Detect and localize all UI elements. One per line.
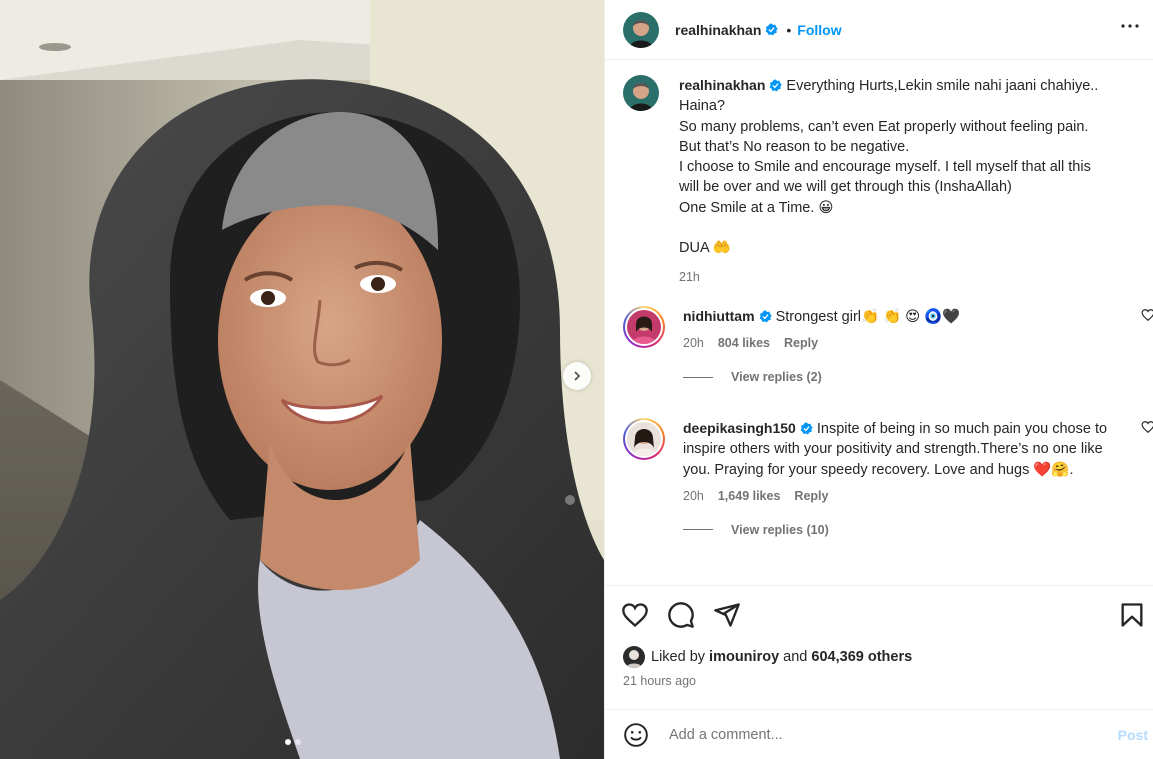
comment-likes[interactable]: 1,649 likes	[718, 489, 781, 503]
caption-line: I choose to Smile and encourage myself. …	[679, 159, 1091, 176]
comment-meta: 20h 1,649 likes Reply	[683, 489, 1143, 503]
bookmark-icon[interactable]	[1118, 601, 1146, 629]
replies-divider	[683, 529, 713, 531]
post-timestamp[interactable]: 21 hours ago	[623, 674, 696, 688]
liked-by-and: and	[783, 649, 808, 665]
caption-line: One Smile at a Time. 😀	[679, 199, 834, 216]
follow-button[interactable]: Follow	[797, 22, 841, 38]
carousel-dot	[295, 739, 301, 745]
likes-summary: Liked by imouniroy and 604,369 others	[623, 646, 912, 668]
caption-line: But that’s No reason to be negative.	[679, 138, 910, 155]
share-icon[interactable]	[713, 601, 741, 629]
caption-time[interactable]: 21h	[679, 270, 1143, 284]
chevron-right-icon	[574, 371, 581, 381]
post-media[interactable]	[0, 0, 604, 759]
caption-line: Everything Hurts,Lekin smile nahi jaani …	[786, 78, 1099, 94]
commenter-username[interactable]: nidhiuttam	[683, 308, 755, 324]
emoji-icon[interactable]	[623, 722, 649, 748]
commenter-username[interactable]: deepikasingh150	[683, 420, 796, 436]
likes-count[interactable]: 604,369 others	[811, 649, 912, 665]
reply-button[interactable]: Reply	[794, 489, 828, 503]
post-actions-bar	[605, 585, 1153, 645]
verified-badge-icon	[759, 310, 772, 323]
verified-badge-icon	[766, 23, 779, 36]
author-avatar[interactable]	[623, 11, 659, 48]
post-panel: realhinakhan • Follow realhinakhan Every…	[604, 0, 1153, 759]
post-header: realhinakhan • Follow	[605, 0, 1153, 60]
caption-author-avatar[interactable]	[623, 75, 659, 111]
commenter-avatar	[627, 310, 661, 344]
comment-likes[interactable]: 804 likes	[718, 336, 770, 350]
comment-meta: 20h 804 likes Reply	[683, 336, 1143, 350]
caption-line: DUA 🤲	[679, 240, 731, 257]
commenter-avatar-ring[interactable]	[623, 306, 665, 348]
view-replies-label: View replies (10)	[731, 522, 829, 537]
verified-badge-icon	[800, 422, 813, 435]
comment-item: deepikasingh150 Inspite of being in so m…	[623, 418, 1153, 537]
commenter-avatar	[627, 422, 661, 456]
carousel-next-button[interactable]	[563, 362, 591, 390]
replies-divider	[683, 376, 713, 378]
view-replies-button[interactable]: View replies (10)	[683, 523, 1143, 537]
liker-username[interactable]: imouniroy	[709, 649, 779, 665]
verified-badge-icon	[770, 79, 783, 92]
comment-item: nidhiuttam Strongest girl👏 👏 😍 🧿🖤 20h 80…	[623, 306, 1153, 384]
more-options-icon	[1121, 24, 1139, 28]
post-comment-button[interactable]: Post	[1118, 727, 1148, 743]
carousel-dot-active	[285, 739, 291, 745]
comment-time[interactable]: 20h	[683, 489, 704, 503]
comment-input[interactable]	[669, 726, 1089, 743]
heart-icon[interactable]	[621, 601, 649, 629]
comment-like-heart-icon[interactable]	[1141, 420, 1153, 434]
comment-icon[interactable]	[667, 601, 695, 629]
separator-dot: •	[786, 21, 792, 38]
view-replies-label: View replies (2)	[731, 370, 822, 385]
liked-by-prefix: Liked by	[651, 649, 706, 665]
commenter-avatar-ring[interactable]	[623, 418, 665, 460]
caption-line: So many problems, can’t even Eat properl…	[679, 118, 1089, 135]
post-caption: realhinakhan Everything Hurts,Lekin smil…	[623, 75, 1143, 284]
more-options-button[interactable]	[1118, 14, 1142, 38]
caption-line: will be over and we will get through thi…	[679, 179, 1012, 196]
view-replies-button[interactable]: View replies (2)	[683, 370, 1143, 384]
comment-time[interactable]: 20h	[683, 336, 704, 350]
carousel-indicator	[285, 739, 301, 745]
post-photo	[0, 0, 604, 759]
caption-line: Haina?	[679, 98, 725, 115]
add-comment-bar: Post	[605, 709, 1153, 759]
comment-like-heart-icon[interactable]	[1141, 308, 1153, 322]
comments-scroll-area[interactable]: realhinakhan Everything Hurts,Lekin smil…	[605, 61, 1153, 585]
caption-author-username[interactable]: realhinakhan	[679, 77, 765, 93]
reply-button[interactable]: Reply	[784, 336, 818, 350]
author-username[interactable]: realhinakhan	[675, 22, 761, 38]
comment-text: Strongest girl👏 👏 😍 🧿🖤	[775, 309, 961, 325]
liker-avatar[interactable]	[623, 646, 645, 668]
